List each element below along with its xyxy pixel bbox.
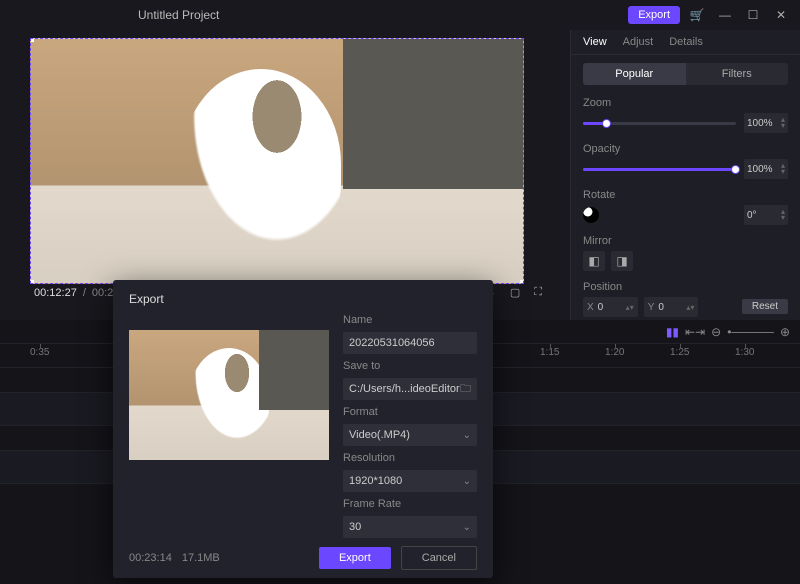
- export-dialog: Export Name 20220531064056 Save to C:/Us…: [113, 280, 493, 578]
- zoom-slider[interactable]: [583, 122, 736, 125]
- tick: 0:35: [30, 347, 49, 358]
- tab-adjust[interactable]: Adjust: [623, 36, 654, 48]
- subtab-popular[interactable]: Popular: [583, 63, 686, 85]
- zoom-label: Zoom: [583, 97, 788, 109]
- position-label: Position: [583, 281, 788, 293]
- export-button[interactable]: Export: [628, 6, 680, 24]
- name-label: Name: [343, 314, 477, 326]
- subtab-filters[interactable]: Filters: [686, 63, 789, 85]
- dialog-title: Export: [129, 292, 477, 306]
- folder-icon[interactable]: 🗀: [460, 380, 471, 399]
- rotate-label: Rotate: [583, 189, 788, 201]
- export-confirm-button[interactable]: Export: [319, 547, 391, 569]
- marker-in-icon[interactable]: ▮▮: [666, 325, 679, 339]
- preview-area: 00:12:27 / 00:23:14 : 9 ⌄ ▢ ⛶: [0, 30, 570, 320]
- opacity-value[interactable]: 100%▴▾: [744, 159, 788, 179]
- export-size: 17.1MB: [182, 552, 220, 564]
- crop-icon[interactable]: ▢: [506, 286, 524, 299]
- chevron-down-icon: ⌄: [463, 476, 471, 487]
- opacity-slider[interactable]: [583, 168, 736, 171]
- rotate-knob[interactable]: [583, 207, 599, 223]
- current-time: 00:12:27: [34, 287, 77, 299]
- marker-tool-icon[interactable]: ⇤⇥: [685, 325, 705, 339]
- export-duration: 00:23:14: [129, 552, 172, 564]
- project-title: Untitled Project: [138, 8, 219, 22]
- position-x-input[interactable]: X0▴▾: [583, 297, 638, 317]
- time-sep: /: [83, 287, 86, 299]
- chevron-down-icon: ⌄: [463, 522, 471, 533]
- framerate-label: Frame Rate: [343, 498, 477, 510]
- mirror-horizontal-icon[interactable]: ◧: [583, 251, 605, 271]
- tick: 1:25: [670, 347, 689, 358]
- mirror-vertical-icon[interactable]: ◨: [611, 251, 633, 271]
- main-area: 00:12:27 / 00:23:14 : 9 ⌄ ▢ ⛶ View Adjus…: [0, 30, 800, 320]
- tick: 1:30: [735, 347, 754, 358]
- maximize-icon[interactable]: ☐: [742, 4, 764, 26]
- export-thumbnail: [129, 330, 329, 460]
- zoom-value[interactable]: 100%▴▾: [744, 113, 788, 133]
- tab-details[interactable]: Details: [669, 36, 703, 48]
- preview-canvas[interactable]: [30, 38, 524, 284]
- close-icon[interactable]: ✕: [770, 4, 792, 26]
- minimize-icon[interactable]: —: [714, 4, 736, 26]
- name-input[interactable]: 20220531064056: [343, 332, 477, 354]
- resolution-select[interactable]: 1920*1080⌄: [343, 470, 477, 492]
- cancel-button[interactable]: Cancel: [401, 546, 477, 570]
- saveto-label: Save to: [343, 360, 477, 372]
- mirror-label: Mirror: [583, 235, 788, 247]
- resolution-label: Resolution: [343, 452, 477, 464]
- tick: 1:20: [605, 347, 624, 358]
- properties-panel: View Adjust Details Popular Filters Zoom…: [570, 30, 800, 320]
- framerate-select[interactable]: 30⌄: [343, 516, 477, 538]
- fullscreen-icon[interactable]: ⛶: [530, 286, 546, 299]
- tick: 1:15: [540, 347, 559, 358]
- zoom-in-icon[interactable]: ⊕: [780, 325, 790, 339]
- format-label: Format: [343, 406, 477, 418]
- zoom-slider-dot[interactable]: •─────: [727, 325, 774, 339]
- rotate-value[interactable]: 0°▴▾: [744, 205, 788, 225]
- position-y-input[interactable]: Y0▴▾: [644, 297, 699, 317]
- chevron-down-icon: ⌄: [463, 430, 471, 441]
- cart-icon[interactable]: 🛒: [686, 4, 708, 26]
- zoom-out-icon[interactable]: ⊖: [711, 325, 721, 339]
- opacity-label: Opacity: [583, 143, 788, 155]
- titlebar: Untitled Project Export 🛒 — ☐ ✕: [0, 0, 800, 30]
- saveto-input[interactable]: C:/Users/h...ideoEditor🗀: [343, 378, 477, 400]
- reset-button[interactable]: Reset: [742, 299, 788, 314]
- tab-view[interactable]: View: [583, 36, 607, 48]
- format-select[interactable]: Video(.MP4)⌄: [343, 424, 477, 446]
